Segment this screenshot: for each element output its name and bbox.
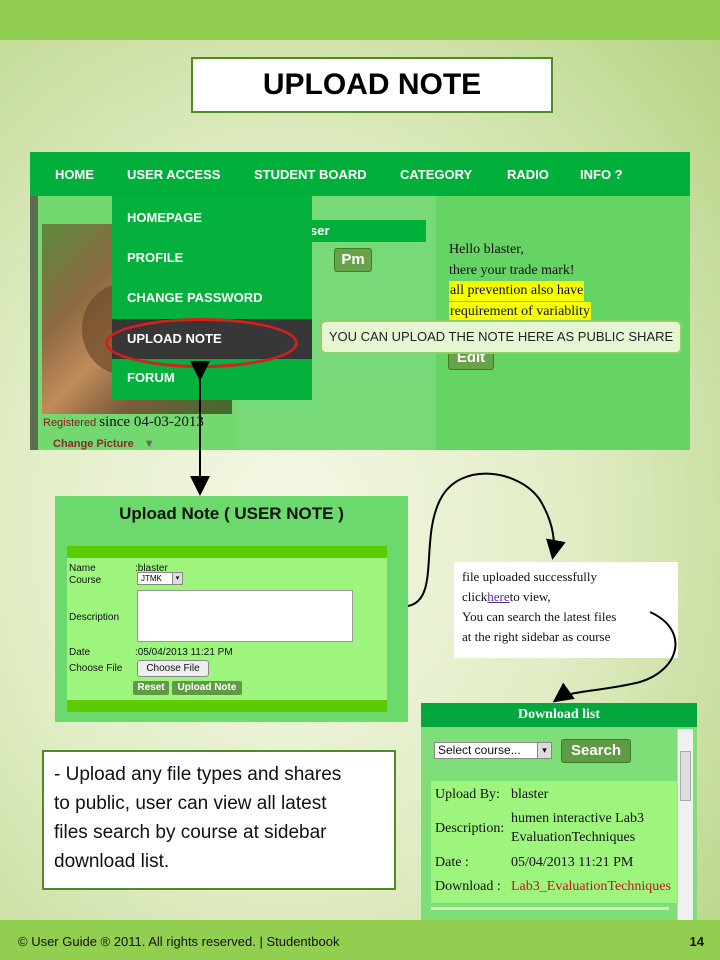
note-line-3: files search by course at sidebar: [54, 822, 327, 843]
upload-success-message: file uploaded successfully clickhereto v…: [454, 562, 678, 658]
note-line-2: to public, user can view all latest: [54, 793, 327, 814]
description-textarea[interactable]: [137, 590, 353, 642]
view-file-link[interactable]: here: [487, 589, 509, 604]
download-entry: Upload By: blaster Description: humen in…: [431, 781, 679, 903]
success-line-3: You can search the latest files: [462, 609, 617, 624]
page-title: UPLOAD NOTE: [191, 57, 553, 113]
success-line-4: at the right sidebar as course: [462, 629, 611, 644]
chevron-down-icon: ▾: [172, 573, 182, 584]
download-list-panel: Download list Select course... ▾ Search U…: [421, 703, 697, 920]
scrollbar-thumb[interactable]: [680, 751, 691, 801]
date-value: 05/04/2013 11:21 PM: [511, 855, 634, 870]
course-select-value: JTMK: [141, 574, 162, 583]
main-nav: HOME USER ACCESS STUDENT BOARD CATEGORY …: [30, 152, 690, 196]
highlight-text-1: all prevention also have: [449, 281, 585, 301]
registered-since: since 04-03-2013: [99, 414, 204, 430]
change-picture-label: Change Picture: [53, 438, 134, 450]
menu-item-change-password[interactable]: CHANGE PASSWORD: [112, 278, 312, 318]
course-select[interactable]: JTMK ▾: [137, 572, 183, 585]
course-filter-select[interactable]: Select course... ▾: [434, 742, 552, 759]
menu-item-profile[interactable]: PROFILE: [112, 238, 312, 278]
left-strip: [30, 196, 38, 450]
nav-home[interactable]: HOME: [55, 167, 94, 182]
nav-radio[interactable]: RADIO: [507, 167, 549, 182]
search-button[interactable]: Search: [561, 739, 631, 763]
chevron-down-icon: ▾: [537, 743, 551, 758]
reset-button[interactable]: Reset: [133, 681, 169, 695]
date-label: Date: [69, 647, 91, 658]
upload-form: Name :blaster Course JTMK ▾ Description D…: [67, 546, 387, 712]
registered-label: Registered: [43, 417, 97, 429]
description-label: Description: [69, 612, 120, 623]
copyright-text: © User Guide ® 2011. All rights reserved…: [18, 934, 340, 949]
date-label: Date :: [435, 855, 469, 870]
greeting-line-2: there your trade mark!: [449, 263, 575, 278]
upload-by-label: Upload By:: [435, 787, 500, 802]
download-link[interactable]: Lab3_EvaluationTechniques: [511, 879, 671, 895]
user-panel-header: ser: [300, 220, 426, 242]
choose-file-button[interactable]: Choose File: [137, 660, 209, 677]
menu-item-homepage[interactable]: HOMEPAGE: [112, 198, 312, 238]
description-note: - Upload any file types and shares to pu…: [42, 750, 396, 890]
nav-info[interactable]: INFO ?: [580, 167, 623, 182]
form-top-bar: [67, 546, 387, 558]
scrollbar[interactable]: [677, 729, 693, 920]
footer: © User Guide ® 2011. All rights reserved…: [0, 920, 720, 960]
success-line-2: clickhereto view,: [462, 589, 551, 604]
greeting-line-1: Hello blaster,: [449, 242, 524, 257]
top-bar: [0, 0, 720, 40]
upload-note-heading: Upload Note ( USER NOTE ): [119, 504, 344, 523]
choose-file-label: Choose File: [69, 663, 123, 674]
greeting: Hello blaster, there your trade mark!: [449, 239, 575, 281]
upload-by-value: blaster: [511, 787, 549, 802]
description-line-1: humen interactive Lab3: [511, 811, 644, 826]
registered-info: Registered since 04-03-2013: [43, 414, 204, 431]
date-value: :05/04/2013 11:21 PM: [135, 647, 233, 658]
user-access-dropdown: HOMEPAGE PROFILE CHANGE PASSWORD UPLOAD …: [112, 196, 312, 400]
list-divider: [431, 907, 669, 910]
success-line-1: file uploaded successfully: [462, 569, 598, 584]
nav-user-access[interactable]: USER ACCESS: [127, 167, 220, 182]
pm-button[interactable]: Pm: [334, 248, 372, 272]
course-filter-placeholder: Select course...: [438, 743, 521, 757]
course-label: Course: [69, 575, 102, 586]
nav-student-board[interactable]: STUDENT BOARD: [254, 167, 367, 182]
name-label: Name: [69, 563, 96, 574]
upload-callout: YOU CAN UPLOAD THE NOTE HERE AS PUBLIC S…: [320, 320, 682, 354]
description-line-2: EvaluationTechniques: [511, 830, 636, 845]
description-label: Description:: [435, 821, 505, 836]
chevron-down-icon: ▼: [143, 438, 155, 450]
download-label: Download :: [435, 879, 501, 894]
change-picture-link[interactable]: Change Picture ▼: [53, 438, 155, 450]
nav-category[interactable]: CATEGORY: [400, 167, 472, 182]
form-bottom-bar: [67, 700, 387, 712]
upload-note-button[interactable]: Upload Note: [172, 681, 242, 695]
download-list-header: Download list: [421, 703, 697, 727]
highlight-text-2: requirement of variablity: [449, 302, 591, 322]
upload-note-panel: Upload Note ( USER NOTE ) Name :blaster …: [55, 496, 408, 722]
note-line-1: - Upload any file types and shares: [54, 764, 342, 785]
note-line-4: download list.: [54, 851, 170, 872]
page-number: 14: [689, 934, 704, 949]
highlight-ellipse: [105, 318, 298, 368]
